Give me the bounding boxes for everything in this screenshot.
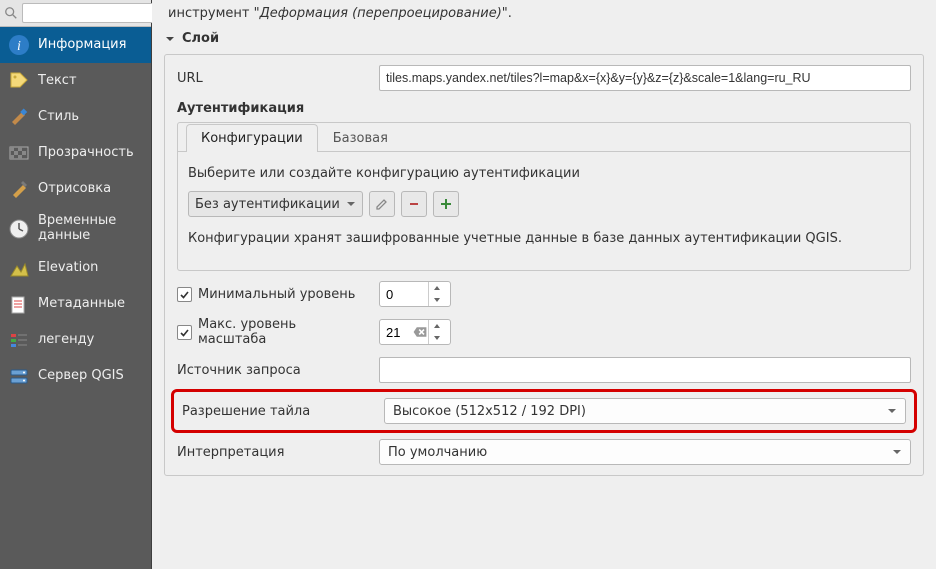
- auth-remove-button[interactable]: [401, 191, 427, 217]
- url-label: URL: [177, 71, 367, 86]
- auth-label: Аутентификация: [177, 101, 911, 116]
- chevron-up-icon: [433, 323, 441, 329]
- svg-text:i: i: [17, 39, 21, 54]
- brush-icon: [8, 106, 30, 128]
- auth-config-combo[interactable]: Без аутентификации: [188, 191, 363, 217]
- tab-basic[interactable]: Базовая: [318, 124, 403, 152]
- spin-down[interactable]: [429, 294, 444, 306]
- sidebar-item-rendering[interactable]: Отрисовка: [0, 171, 151, 207]
- url-row: URL: [177, 65, 911, 91]
- backspace-icon: [412, 324, 428, 340]
- auth-section: Аутентификация Конфигурации Базовая Выбе…: [177, 101, 911, 271]
- auth-hint-store: Конфигурации хранят зашифрованные учетны…: [188, 227, 900, 260]
- sidebar-item-label: Метаданные: [38, 297, 125, 312]
- check-icon: [179, 327, 190, 338]
- chevron-down-icon: [892, 447, 902, 457]
- tile-resolution-label: Разрешение тайла: [182, 404, 372, 419]
- plus-icon: [439, 197, 453, 211]
- sidebar: i Информация Текст Стиль Прозрачность: [0, 0, 152, 569]
- sidebar-item-label: Стиль: [38, 110, 79, 125]
- pencil-icon: [375, 197, 389, 211]
- render-brush-icon: [8, 178, 30, 200]
- sidebar-item-label: Временные данные: [38, 214, 143, 244]
- auth-add-button[interactable]: [433, 191, 459, 217]
- chevron-down-icon: [164, 33, 176, 45]
- interpretation-label: Интерпретация: [177, 445, 367, 460]
- metadata-icon: [8, 294, 30, 316]
- auth-config-value: Без аутентификации: [195, 197, 340, 212]
- sidebar-item-information[interactable]: i Информация: [0, 27, 151, 63]
- check-icon: [179, 289, 190, 300]
- chevron-down-icon: [887, 406, 897, 416]
- sidebar-item-symbology[interactable]: Стиль: [0, 99, 151, 135]
- min-zoom-label: Минимальный уровень: [198, 287, 355, 302]
- sidebar-item-label: Сервер QGIS: [38, 369, 124, 384]
- min-zoom-spin[interactable]: [379, 281, 451, 307]
- section-header-layer[interactable]: Слой: [164, 29, 924, 48]
- max-zoom-checkbox[interactable]: [177, 325, 192, 340]
- min-zoom-row: Минимальный уровень: [177, 281, 911, 307]
- auth-combo-row: Без аутентификации: [188, 191, 900, 217]
- search-icon: [4, 6, 18, 20]
- interpretation-value: По умолчанию: [388, 445, 487, 460]
- clock-icon: [8, 218, 30, 240]
- sidebar-item-qgis-server[interactable]: Сервер QGIS: [0, 359, 151, 395]
- legend-icon: [8, 330, 30, 352]
- max-zoom-label: Макс. уровень масштаба: [198, 317, 367, 347]
- sidebar-item-transparency[interactable]: Прозрачность: [0, 135, 151, 171]
- tile-resolution-select[interactable]: Высокое (512x512 / 192 DPI): [384, 398, 906, 424]
- referer-row: Источник запроса: [177, 357, 911, 383]
- tile-resolution-row: Разрешение тайла Высокое (512x512 / 192 …: [171, 389, 917, 433]
- auth-tabbar: Конфигурации Базовая: [178, 123, 910, 152]
- info-icon: i: [8, 34, 30, 56]
- tag-icon: [8, 70, 30, 92]
- minus-icon: [407, 197, 421, 211]
- layer-group: URL Аутентификация Конфигурации Базовая …: [164, 54, 924, 476]
- chevron-up-icon: [433, 285, 441, 291]
- min-zoom-checkbox[interactable]: [177, 287, 192, 302]
- url-input[interactable]: [379, 65, 911, 91]
- max-zoom-input[interactable]: [380, 320, 412, 344]
- referer-input[interactable]: [379, 357, 911, 383]
- auth-edit-button[interactable]: [369, 191, 395, 217]
- spin-down[interactable]: [429, 332, 444, 344]
- main-panel: инструмент "Деформация (перепроецировани…: [152, 0, 936, 569]
- sidebar-item-label: легенду: [38, 333, 94, 348]
- sidebar-item-elevation[interactable]: Elevation: [0, 251, 151, 287]
- tile-resolution-value: Высокое (512x512 / 192 DPI): [393, 404, 586, 419]
- sidebar-search: [0, 0, 151, 27]
- spin-up[interactable]: [429, 282, 444, 294]
- referer-label: Источник запроса: [177, 363, 367, 378]
- sidebar-item-label: Текст: [38, 74, 77, 89]
- auth-hint-select: Выберите или создайте конфигурацию аутен…: [188, 166, 900, 181]
- chevron-down-icon: [433, 335, 441, 341]
- sidebar-item-label: Elevation: [38, 261, 98, 276]
- interpretation-row: Интерпретация По умолчанию: [177, 439, 911, 465]
- sidebar-item-source[interactable]: Текст: [0, 63, 151, 99]
- clear-icon[interactable]: [412, 320, 428, 344]
- transparency-icon: [8, 142, 30, 164]
- sidebar-item-legend[interactable]: легенду: [0, 323, 151, 359]
- spin-up[interactable]: [429, 320, 444, 332]
- interpretation-select[interactable]: По умолчанию: [379, 439, 911, 465]
- chevron-down-icon: [346, 199, 356, 209]
- min-zoom-input[interactable]: [380, 282, 428, 306]
- sidebar-item-label: Отрисовка: [38, 182, 111, 197]
- max-zoom-row: Макс. уровень масштаба: [177, 317, 911, 347]
- auth-subgroup: Конфигурации Базовая Выберите или создай…: [177, 122, 911, 271]
- sidebar-item-temporal[interactable]: Временные данные: [0, 207, 151, 251]
- sidebar-item-metadata[interactable]: Метаданные: [0, 287, 151, 323]
- sidebar-item-label: Информация: [38, 38, 126, 53]
- server-icon: [8, 366, 30, 388]
- section-title: Слой: [182, 31, 219, 46]
- tab-configurations[interactable]: Конфигурации: [186, 124, 318, 152]
- sidebar-item-label: Прозрачность: [38, 146, 134, 161]
- top-note: инструмент "Деформация (перепроецировани…: [164, 0, 924, 23]
- elevation-icon: [8, 258, 30, 280]
- chevron-down-icon: [433, 297, 441, 303]
- max-zoom-spin[interactable]: [379, 319, 451, 345]
